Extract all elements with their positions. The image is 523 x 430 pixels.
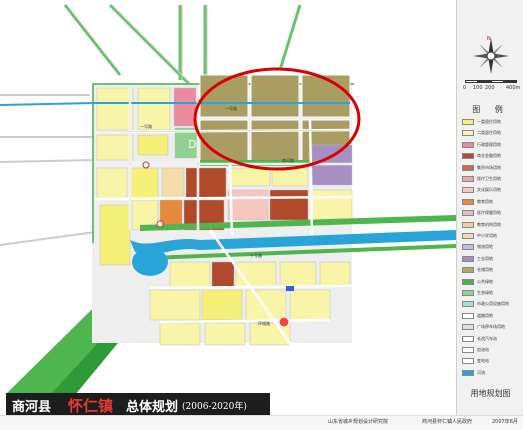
legend-label: 变电站 [477, 358, 489, 364]
legend-swatch [462, 369, 474, 376]
legend-swatch [462, 198, 474, 205]
scale-label-0: 0 [463, 85, 467, 91]
legend-label: 商业金融用地 [477, 153, 501, 159]
title-suffix: 总体规划 [126, 400, 179, 415]
legend-swatch [462, 358, 474, 365]
footer-government: 商河县怀仁镇人民政府 [422, 419, 473, 425]
legend-swatch [462, 290, 474, 296]
legend-item: 市政公用设施用地 [462, 300, 522, 308]
svg-text:D: D [188, 138, 196, 151]
gas-station-icon [278, 316, 290, 328]
legend-label: 加油站 [477, 347, 489, 352]
compass-north-label: N [487, 36, 491, 42]
legend-swatch [462, 255, 474, 262]
legend-swatch [462, 176, 474, 182]
legend-label: 教育用地 [477, 198, 493, 204]
legend-swatch [462, 221, 474, 228]
legend-swatch [462, 233, 474, 239]
title-county: 商河县 [12, 400, 52, 415]
road-label-1: 一号路 [225, 105, 237, 111]
legend-item: 教育机构用地 [462, 221, 522, 229]
title-period: (2006-2020年) [182, 402, 247, 412]
legend-item: 医疗卫生用地 [462, 175, 522, 183]
legend-label: 道路用地 [477, 312, 493, 318]
legend-label: 教育机构用地 [477, 221, 501, 227]
legend-label: 长途汽车站 [477, 335, 497, 341]
legend-label: 河流 [477, 369, 485, 375]
legend-swatch [462, 312, 474, 319]
footer-institute: 山东省城乡规划设计研究院 [328, 419, 389, 425]
legend-swatch [462, 335, 474, 342]
legend-item: 长途汽车站 [462, 335, 522, 343]
legend-heading: 图 例 [472, 105, 509, 114]
road-label-3: 一号路 [140, 123, 152, 129]
legend-label: 行政管理用地 [477, 141, 501, 147]
road-label-5: 环城路 [258, 320, 270, 326]
scale-label-100: 100 [473, 85, 483, 91]
legend-item: 生态绿地 [462, 289, 522, 297]
map-subtitle: 用地规划图 [470, 389, 511, 398]
legend-item: 一类居住用地 [462, 118, 522, 126]
legend-item: 河流 [462, 369, 522, 377]
legend-item: 集贸市场用地 [462, 164, 522, 172]
legend-label: 市政公用设施用地 [477, 301, 509, 307]
legend-label: 一类居住用地 [477, 119, 501, 124]
legend-swatch [462, 301, 474, 308]
compass-icon [473, 38, 509, 74]
title-town: 怀仁镇 [68, 397, 114, 415]
legend-label: 物流用地 [477, 244, 493, 250]
scale-label-200: 200 [485, 85, 495, 91]
legend-label: 文化娱乐用地 [477, 187, 501, 193]
land-use-map: D 一号路 商河路 一号路 十号路 环城路 [0, 0, 456, 415]
facility-marker [156, 220, 164, 228]
legend-item: 二类居住用地 [462, 129, 522, 137]
legend-item: 中小学用地 [462, 232, 522, 240]
pond [132, 248, 168, 276]
legend-panel: N 0 100 200 400m 图 例 一类居住用地 二类居住用地 行政管理用地商… [456, 0, 523, 415]
legend-item: 教育用地 [462, 198, 522, 206]
legend-item: 行政管理用地 [462, 141, 522, 149]
legend-swatch [462, 141, 474, 148]
legend-swatch [462, 244, 474, 251]
legend-item: 公共绿地 [462, 278, 522, 286]
legend-label: 仓储用地 [477, 267, 493, 273]
legend-item: 文化娱乐用地 [462, 186, 522, 194]
legend-swatch [462, 324, 474, 331]
legend-item: 仓储用地 [462, 266, 522, 274]
facility-marker [142, 161, 150, 169]
legend-label: 医疗保健用地 [477, 210, 501, 216]
footer-date: 2007年6月 [492, 419, 518, 425]
legend-swatch [462, 130, 474, 137]
legend-swatch [462, 153, 474, 160]
plan-title-box: 商河县 怀仁镇 总体规划 (2006-2020年) [6, 393, 270, 415]
legend-swatch [462, 187, 474, 194]
bus-station-icon [286, 286, 294, 291]
legend-label: 医疗卫生用地 [477, 176, 501, 181]
legend-label: 广场停车场用地 [477, 324, 505, 330]
legend-label: 生态绿地 [477, 290, 493, 295]
legend-label: 二类居住用地 [477, 130, 501, 136]
legend-item: 道路用地 [462, 312, 522, 320]
road-label-2: 商河路 [282, 157, 294, 163]
legend-label: 公共绿地 [477, 278, 493, 284]
legend-label: 集贸市场用地 [477, 164, 501, 170]
legend-item: 物流用地 [462, 243, 522, 251]
legend-label: 工业用地 [477, 255, 493, 261]
legend-label: 中小学用地 [477, 233, 497, 238]
legend-item: 医疗保健用地 [462, 209, 522, 217]
legend-swatch [462, 119, 474, 125]
legend-item: 工业用地 [462, 255, 522, 263]
legend-swatch [462, 278, 474, 285]
legend-swatch [462, 347, 474, 353]
footer-bar: 山东省城乡规划设计研究院 商河县怀仁镇人民政府 2007年6月 [0, 415, 523, 430]
legend-item: 变电站 [462, 357, 522, 365]
legend-swatch [462, 267, 474, 274]
legend-item: 广场停车场用地 [462, 323, 522, 331]
legend-swatch [462, 210, 474, 217]
legend-swatch [462, 164, 474, 171]
legend-item: 商业金融用地 [462, 152, 522, 160]
legend-item: 加油站 [462, 346, 522, 354]
scale-label-400: 400m [506, 85, 521, 91]
road-label-4: 十号路 [250, 252, 262, 258]
